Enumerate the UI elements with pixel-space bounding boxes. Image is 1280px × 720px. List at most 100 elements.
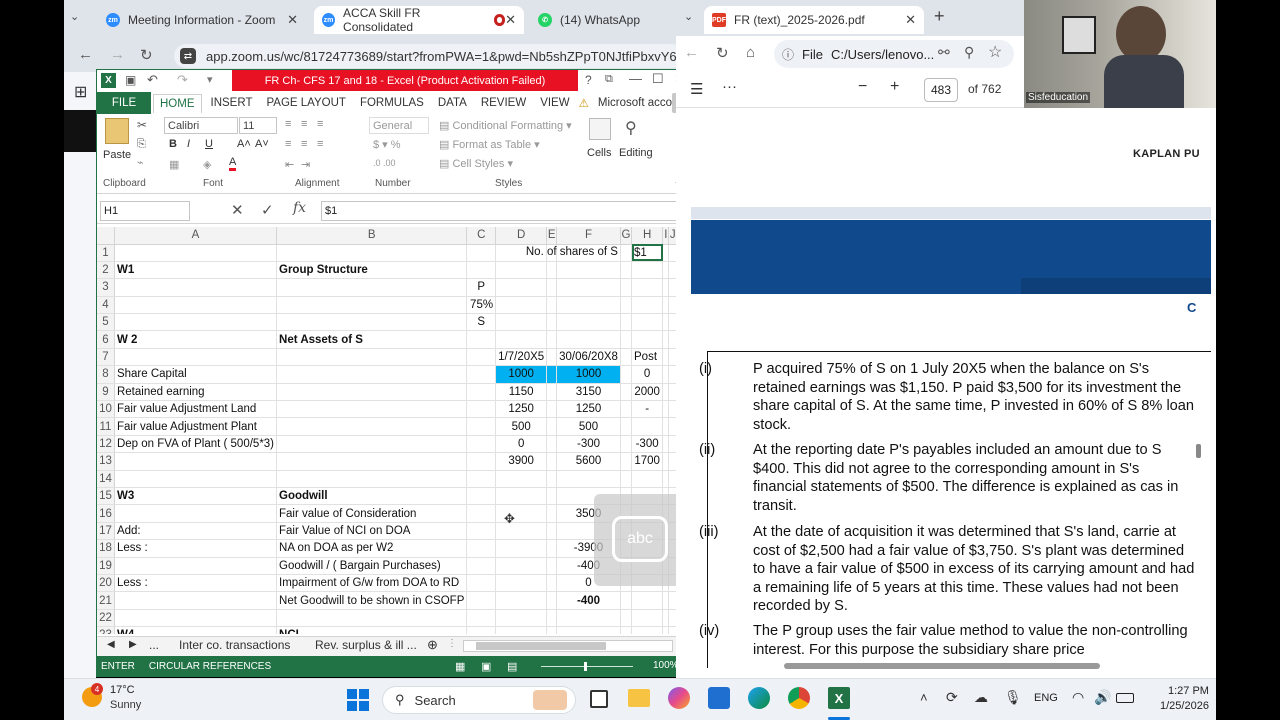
weather-desc[interactable]: Sunny bbox=[110, 699, 141, 711]
cell-D18[interactable] bbox=[495, 539, 548, 558]
tab-home[interactable]: HOME bbox=[153, 93, 202, 113]
reload-icon[interactable]: ↻ bbox=[140, 46, 153, 64]
cell-B22[interactable] bbox=[276, 609, 468, 628]
prev-sheet-icon[interactable]: ◀ bbox=[107, 639, 115, 650]
tray-chevron-icon[interactable]: ˄ bbox=[920, 690, 928, 705]
cell-E8[interactable] bbox=[546, 365, 558, 384]
cell-A9[interactable]: Retained earning bbox=[114, 383, 278, 402]
new-tab-icon[interactable]: + bbox=[934, 6, 945, 27]
cell-D23[interactable] bbox=[495, 626, 548, 634]
cell-B18[interactable]: NA on DOA as per W2 bbox=[276, 539, 468, 558]
row-header[interactable]: 21 bbox=[97, 591, 115, 610]
account-warning[interactable]: Microsoft acco... bbox=[598, 97, 682, 109]
row-header[interactable]: 14 bbox=[97, 470, 115, 488]
fill-color-icon[interactable]: ◈ bbox=[203, 158, 211, 171]
clock-time[interactable]: 1:27 PM bbox=[1168, 685, 1209, 697]
cell-styles-button[interactable]: ▤ Cell Styles ▾ bbox=[439, 157, 513, 170]
back-icon[interactable]: ← bbox=[78, 46, 93, 63]
binoculars-icon[interactable]: ⚲ bbox=[625, 118, 637, 138]
start-icon[interactable] bbox=[347, 689, 369, 711]
cell-F11[interactable]: 500 bbox=[556, 417, 621, 436]
cell-E19[interactable] bbox=[546, 557, 558, 575]
cell-A21[interactable] bbox=[114, 591, 278, 610]
cell-B13[interactable] bbox=[276, 452, 468, 471]
cell-B6[interactable]: Net Assets of S bbox=[276, 330, 468, 349]
cell-G4[interactable] bbox=[620, 296, 633, 315]
cell-D5[interactable] bbox=[495, 313, 548, 332]
cell-F4[interactable] bbox=[556, 296, 621, 315]
row-header[interactable]: 11 bbox=[97, 417, 115, 436]
column-header[interactable]: C bbox=[466, 227, 497, 245]
worksheet-grid[interactable]: A B C D E F G H I J 1 No. of shares of S $… bbox=[97, 227, 677, 634]
cell-F13[interactable]: 5600 bbox=[556, 452, 621, 471]
tab-pdf[interactable]: PDF FR (text)_2025-2026.pdf ✕ bbox=[704, 6, 924, 34]
cell-A13[interactable] bbox=[114, 452, 278, 471]
cell-B21[interactable]: Net Goodwill to be shown in CSOFP bbox=[276, 591, 468, 610]
cell-G13[interactable] bbox=[620, 452, 633, 471]
format-as-table-button[interactable]: ▤ Format as Table ▾ bbox=[439, 138, 540, 151]
row-header[interactable]: 16 bbox=[97, 504, 115, 523]
cell-F6[interactable] bbox=[556, 330, 621, 349]
zoom-in-icon[interactable]: + bbox=[890, 78, 899, 96]
cell-H12[interactable]: -300 bbox=[631, 435, 664, 454]
cell-B20[interactable]: Impairment of G/w from DOA to RD bbox=[276, 574, 468, 593]
cell-C13[interactable] bbox=[466, 452, 497, 471]
cell-F2[interactable] bbox=[556, 261, 621, 280]
cell-D11[interactable]: 500 bbox=[495, 417, 548, 436]
cell-H1[interactable]: $1 bbox=[631, 244, 664, 262]
cell-B9[interactable] bbox=[276, 383, 468, 402]
cell-H13[interactable]: 1700 bbox=[631, 452, 664, 471]
cell-H21[interactable] bbox=[631, 591, 664, 610]
bold-icon[interactable]: B bbox=[169, 138, 177, 150]
row-header[interactable]: 18 bbox=[97, 539, 115, 558]
info-icon[interactable]: ⓘ bbox=[782, 46, 794, 63]
weather-temp[interactable]: 17°C bbox=[110, 684, 135, 696]
sheet-tab-rev-surplus[interactable]: Rev. surplus & ill ... bbox=[315, 638, 417, 652]
cell-G7[interactable] bbox=[620, 348, 633, 367]
cell-D13[interactable]: 3900 bbox=[495, 452, 548, 471]
cell-G23[interactable] bbox=[620, 626, 633, 634]
cell-D15[interactable] bbox=[495, 487, 548, 506]
normal-view-icon[interactable]: ▦ bbox=[455, 660, 465, 673]
cell-B10[interactable] bbox=[276, 400, 468, 419]
cell-C23[interactable] bbox=[466, 626, 497, 634]
tab-data[interactable]: DATA bbox=[438, 97, 467, 109]
read-aloud-icon[interactable]: ⚯ bbox=[938, 44, 950, 61]
h-scroll-thumb[interactable] bbox=[476, 642, 606, 650]
cell-E15[interactable] bbox=[546, 487, 558, 506]
cell-E2[interactable] bbox=[546, 261, 558, 280]
column-header[interactable]: D bbox=[495, 227, 548, 245]
tab-acca-consolidated[interactable]: zm ACCA Skill FR Consolidated ✕ bbox=[314, 6, 524, 34]
column-header-selected[interactable]: H bbox=[631, 227, 664, 245]
cell-E7[interactable] bbox=[546, 348, 558, 367]
add-sheet-icon[interactable]: ⊕ bbox=[427, 637, 438, 653]
page-break-view-icon[interactable]: ▤ bbox=[507, 660, 517, 673]
cell-G22[interactable] bbox=[620, 609, 633, 628]
row-header[interactable]: 6 bbox=[97, 330, 115, 349]
cell-F22[interactable] bbox=[556, 609, 621, 628]
cell-G1[interactable] bbox=[620, 244, 633, 262]
paste-label[interactable]: Paste bbox=[103, 149, 131, 161]
align-middle-icon[interactable]: ≡ bbox=[301, 118, 307, 130]
cell-D12[interactable]: 0 bbox=[495, 435, 548, 454]
row-header[interactable]: 1 bbox=[97, 244, 115, 262]
cell-A5[interactable] bbox=[114, 313, 278, 332]
row-header[interactable]: 4 bbox=[97, 296, 115, 315]
cell-A18[interactable]: Less : bbox=[114, 539, 278, 558]
cell-C5[interactable]: S bbox=[466, 313, 497, 332]
cell-A12[interactable]: Dep on FVA of Plant ( 500/5*3) bbox=[114, 435, 278, 454]
italic-icon[interactable]: I bbox=[187, 138, 190, 150]
cell-G5[interactable] bbox=[620, 313, 633, 332]
cell-G14[interactable] bbox=[620, 470, 633, 488]
align-top-icon[interactable]: ≡ bbox=[285, 118, 291, 130]
zoom-slider-thumb[interactable] bbox=[584, 662, 587, 671]
cell-D6[interactable] bbox=[495, 330, 548, 349]
row-header[interactable]: 13 bbox=[97, 452, 115, 471]
cell-A19[interactable] bbox=[114, 557, 278, 575]
cell-B23[interactable]: NCI bbox=[276, 626, 468, 634]
chrome-icon[interactable] bbox=[788, 687, 810, 709]
cloud-icon[interactable]: ☁ bbox=[974, 689, 988, 706]
cell-C10[interactable] bbox=[466, 400, 497, 419]
copy-icon[interactable]: ⎘ bbox=[137, 138, 146, 151]
cell-E10[interactable] bbox=[546, 400, 558, 419]
